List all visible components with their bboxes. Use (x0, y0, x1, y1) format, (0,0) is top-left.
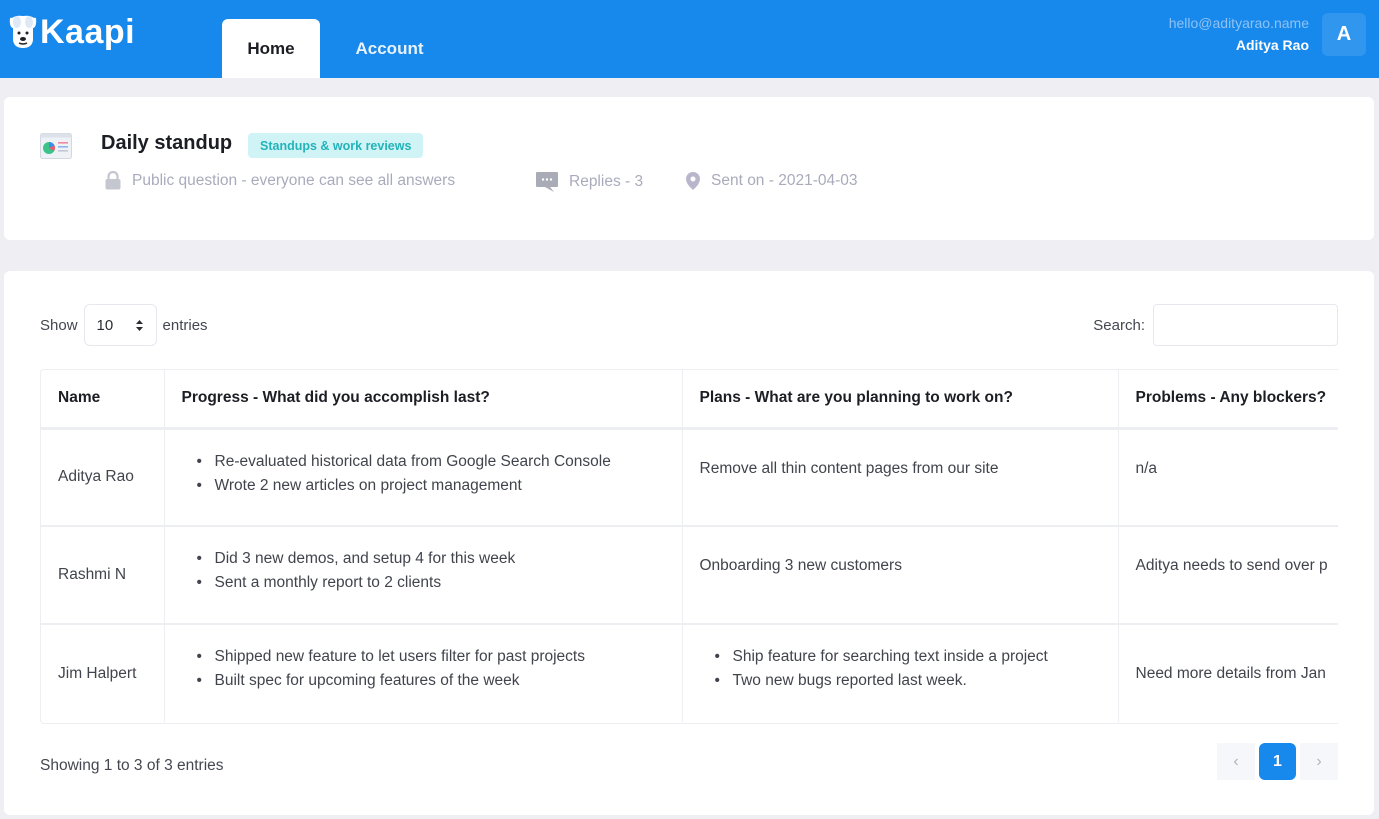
search-control: Search: (1093, 304, 1338, 346)
cell-problems: n/a (1118, 428, 1338, 527)
list-item: Sent a monthly report to 2 clients (197, 571, 665, 595)
table-row: Rashmi N Did 3 new demos, and setup 4 fo… (41, 526, 1338, 625)
tab-account[interactable]: Account (338, 19, 441, 78)
avatar[interactable]: A (1322, 13, 1366, 56)
entries-label: entries (162, 316, 208, 334)
cell-name: Rashmi N (41, 526, 165, 625)
search-label: Search: (1093, 316, 1145, 334)
dog-logo-icon (9, 15, 37, 48)
cell-problems: Need more details from Jan (1118, 624, 1338, 722)
cell-progress: Shipped new feature to let users filter … (164, 624, 683, 722)
column-header-name[interactable]: Name (41, 370, 165, 430)
replies-count: Replies - 3 (569, 173, 644, 190)
table-header-row: Name Progress - What did you accomplish … (41, 370, 1338, 430)
question-title: Daily standup (101, 132, 233, 154)
cell-progress: Re-evaluated historical data from Google… (164, 428, 683, 527)
next-page-button[interactable]: › (1300, 743, 1338, 780)
table-row: Jim Halpert Shipped new feature to let u… (41, 624, 1338, 722)
search-input[interactable] (1153, 304, 1338, 346)
chart-document-icon (40, 133, 72, 159)
question-header-card: Daily standup Standups & work reviews Pu… (4, 97, 1374, 240)
lock-icon (105, 171, 121, 190)
replies-info: Replies - 3 (535, 171, 643, 193)
list-item: Did 3 new demos, and setup 4 for this we… (197, 547, 665, 571)
show-label: Show (40, 316, 78, 334)
cell-plans: Ship feature for searching text inside a… (682, 624, 1119, 722)
list-item: Wrote 2 new articles on project manageme… (197, 474, 665, 498)
column-header-plans[interactable]: Plans - What are you planning to work on… (682, 370, 1119, 430)
location-pin-icon (686, 172, 700, 190)
list-item: Re-evaluated historical data from Google… (197, 450, 665, 474)
list-item: Two new bugs reported last week. (715, 669, 1101, 693)
page-size-value: 10 (96, 316, 114, 334)
cell-name: Jim Halpert (41, 624, 165, 722)
list-item: Ship feature for searching text inside a… (715, 645, 1101, 669)
cell-name: Aditya Rao (41, 428, 165, 527)
sort-arrows-icon (135, 319, 143, 331)
pagination: ‹ 1 › (1217, 743, 1338, 780)
table-row: Aditya Rao Re-evaluated historical data … (41, 428, 1338, 527)
top-navigation-bar: Kaapi Home Account hello@adityarao.name … (0, 0, 1379, 78)
user-name: Aditya Rao (1235, 37, 1309, 53)
sent-info: Sent on - 2021-04-03 (685, 171, 858, 191)
previous-page-button[interactable]: ‹ (1217, 743, 1255, 780)
cell-problems: Aditya needs to send over p (1118, 526, 1338, 625)
chat-bubble-icon (536, 172, 558, 192)
category-badge[interactable]: Standups & work reviews (248, 133, 424, 158)
column-header-progress[interactable]: Progress - What did you accomplish last? (164, 370, 683, 430)
user-info: hello@adityarao.name Aditya Rao (1169, 13, 1309, 55)
list-item: Shipped new feature to let users filter … (197, 645, 665, 669)
page-size-select[interactable]: 10 (83, 304, 157, 346)
page-1-button[interactable]: 1 (1259, 743, 1296, 780)
page-size-control: Show 10 entries (40, 304, 208, 346)
logo-text: Kaapi (40, 13, 136, 51)
sent-date: Sent on - 2021-04-03 (711, 172, 858, 189)
visibility-info: Public question - everyone can see all a… (104, 171, 455, 190)
responses-table: Name Progress - What did you accomplish … (40, 369, 1338, 724)
list-item: Built spec for upcoming features of the … (197, 669, 665, 693)
user-email: hello@adityarao.name (1168, 15, 1309, 31)
responses-table-card: Show 10 entries Search: Name Progress - … (4, 271, 1374, 815)
cell-progress: Did 3 new demos, and setup 4 for this we… (164, 526, 683, 625)
kaapi-logo[interactable]: Kaapi (8, 14, 135, 50)
table-info: Showing 1 to 3 of 3 entries (40, 757, 224, 774)
column-header-problems[interactable]: Problems - Any blockers? (1118, 370, 1338, 430)
cell-plans: Remove all thin content pages from our s… (682, 428, 1119, 527)
cell-plans: Onboarding 3 new customers (682, 526, 1119, 625)
visibility-text: Public question - everyone can see all a… (132, 171, 456, 189)
tab-home[interactable]: Home (222, 19, 320, 78)
